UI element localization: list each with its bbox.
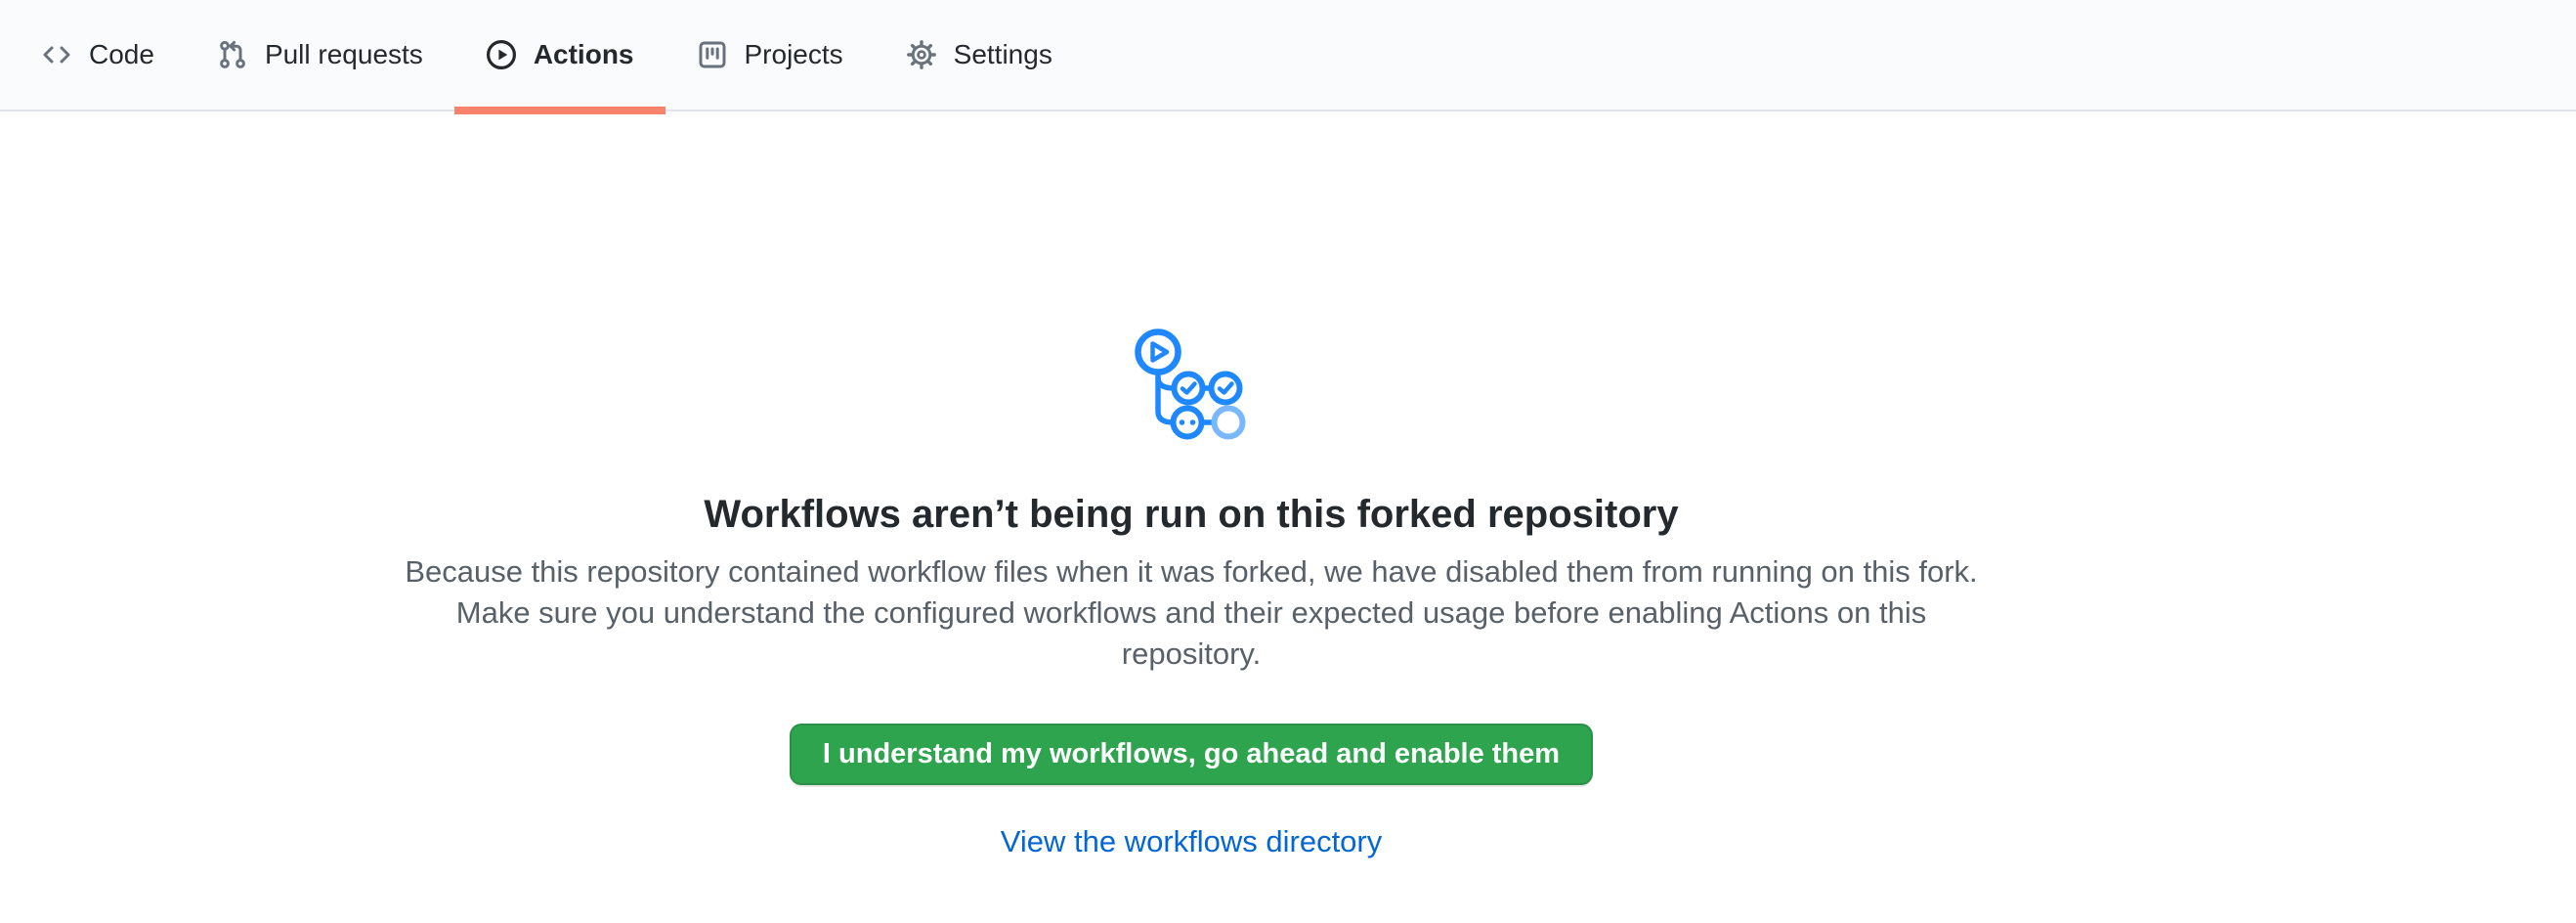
enable-workflows-button[interactable]: I understand my workflows, go ahead and … bbox=[790, 724, 1593, 785]
repo-tab-bar: Code Pull requests Actions bbox=[0, 0, 2576, 111]
tab-label: Code bbox=[89, 41, 154, 68]
tab-label: Actions bbox=[534, 41, 634, 68]
actions-blankslate: Workflows aren’t being run on this forke… bbox=[400, 111, 1983, 859]
tab-pull-requests[interactable]: Pull requests bbox=[186, 0, 454, 110]
view-workflows-directory-link[interactable]: View the workflows directory bbox=[1001, 824, 1383, 859]
gear-icon bbox=[906, 39, 937, 70]
play-circle-icon bbox=[486, 39, 517, 70]
tab-actions[interactable]: Actions bbox=[454, 0, 665, 110]
tab-label: Projects bbox=[745, 41, 843, 68]
blankslate-heading: Workflows aren’t being run on this forke… bbox=[704, 491, 1678, 538]
blankslate-description: Because this repository contained workfl… bbox=[400, 551, 1983, 675]
code-icon bbox=[41, 39, 72, 70]
tab-code[interactable]: Code bbox=[10, 0, 186, 110]
actions-workflow-graph-icon bbox=[1133, 329, 1250, 442]
tab-label: Pull requests bbox=[265, 41, 423, 68]
tab-settings[interactable]: Settings bbox=[875, 0, 1084, 110]
tab-projects[interactable]: Projects bbox=[665, 0, 875, 110]
git-pull-request-icon bbox=[217, 39, 248, 70]
project-icon bbox=[697, 39, 728, 70]
tab-label: Settings bbox=[954, 41, 1052, 68]
